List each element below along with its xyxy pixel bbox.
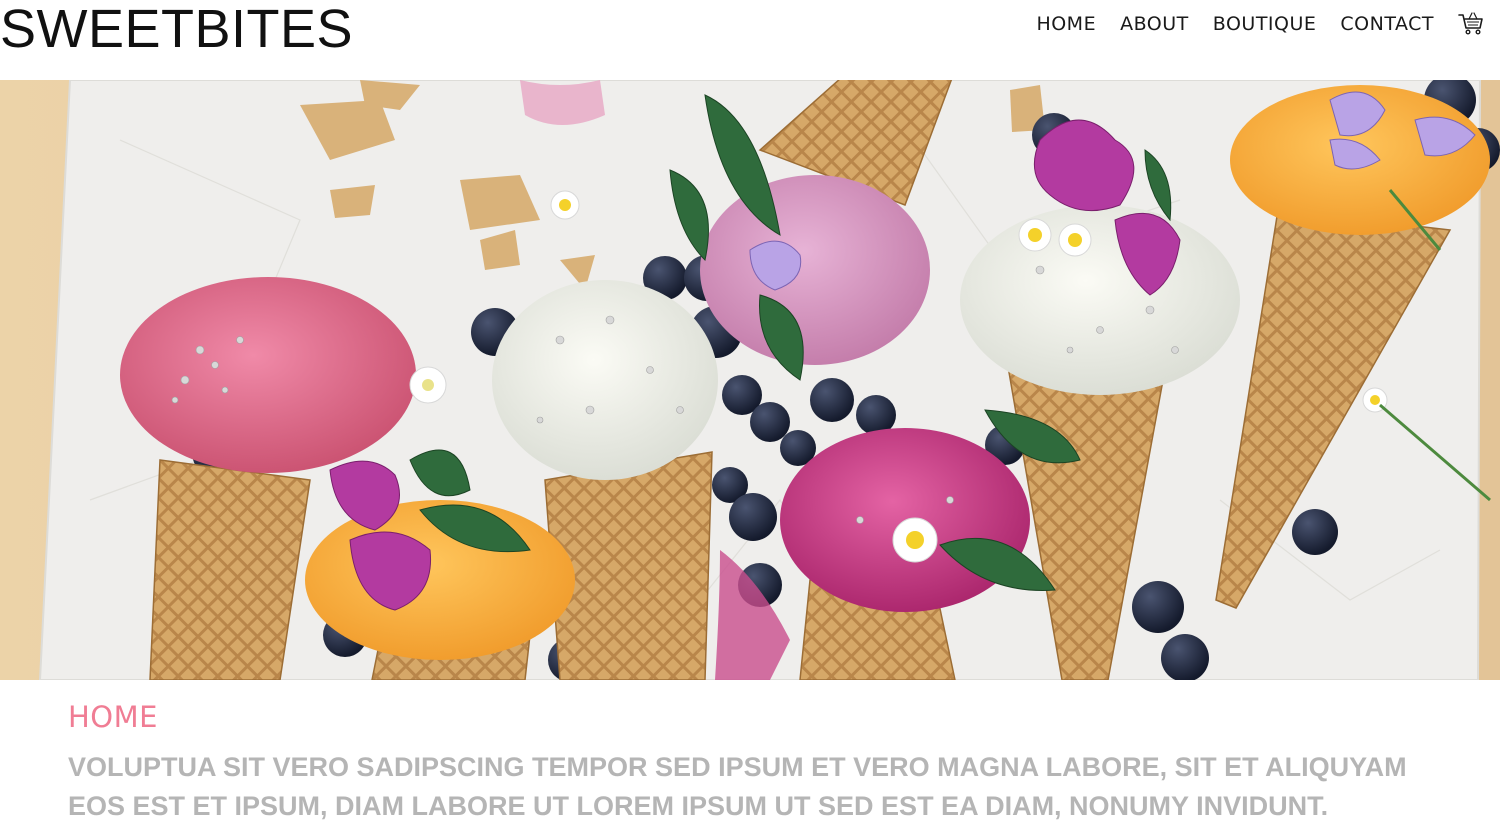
shopping-cart-icon[interactable] [1456, 9, 1486, 39]
page-title: Home [68, 700, 158, 734]
main-nav: Home About Boutique Contact [1012, 6, 1486, 42]
brand-logo[interactable]: SWEETBITES [0, 0, 353, 58]
hero-image [0, 80, 1500, 680]
nav-item-about[interactable]: About [1120, 13, 1189, 35]
ice-cream-cones-illustration [0, 80, 1500, 680]
nav-item-home[interactable]: Home [1036, 13, 1096, 35]
nav-item-boutique[interactable]: Boutique [1213, 13, 1317, 35]
top-navigation-bar: SWEETBITES Home About Boutique Contact [0, 0, 1500, 80]
intro-paragraph: Voluptua sit vero sadipscing tempor sed … [68, 752, 1407, 821]
nav-item-contact[interactable]: Contact [1340, 13, 1434, 35]
